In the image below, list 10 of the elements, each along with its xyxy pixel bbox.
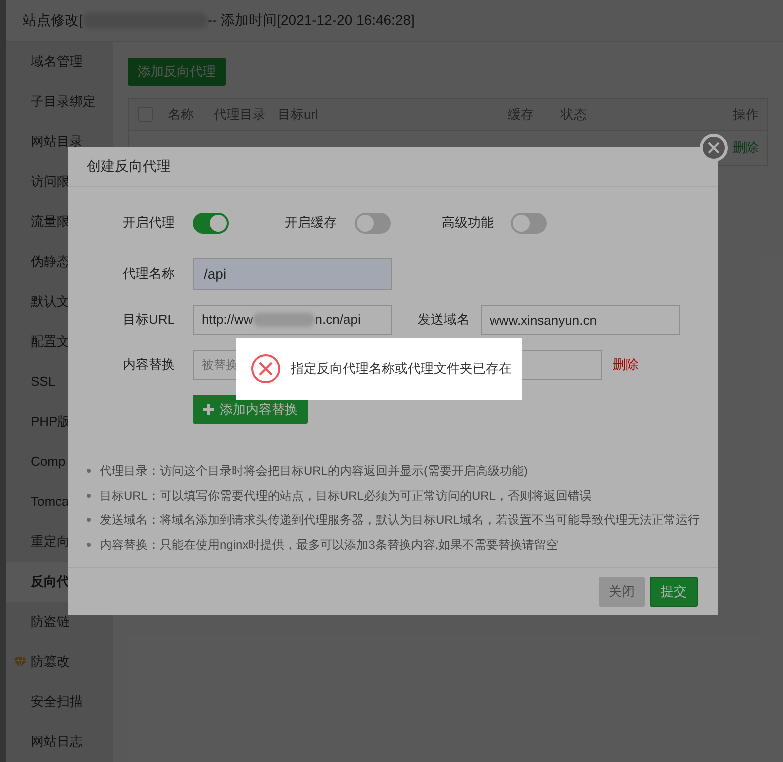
field-label: 目标URL	[123, 311, 176, 330]
field-label: 发送域名	[418, 311, 471, 330]
toggle-label: 开启代理	[123, 214, 176, 232]
window-title: 站点修改[	[23, 11, 83, 30]
toggle-label: 开启缓存	[285, 214, 338, 232]
field-label: 代理名称	[123, 265, 176, 284]
toggle-label: 高级功能	[442, 214, 495, 232]
field-label: 内容替换	[123, 356, 176, 374]
toast-message: 指定反向代理名称或代理文件夹已存在	[291, 360, 512, 378]
window-title: -- 添加时间[2021-12-20 16:46:28]	[208, 11, 415, 30]
